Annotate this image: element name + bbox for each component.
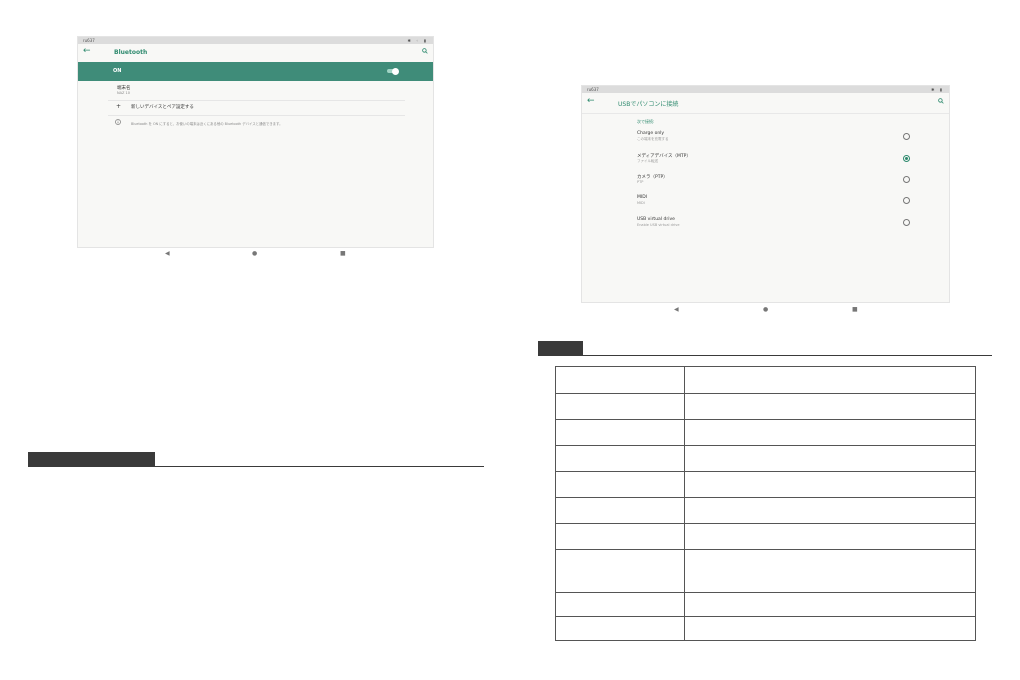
page-title: Bluetooth xyxy=(114,49,148,56)
table-cell-key xyxy=(555,393,685,420)
table-cell-key xyxy=(555,497,685,524)
table-cell-key xyxy=(555,366,685,394)
table-cell-value xyxy=(684,616,976,641)
usb-screenshot: ru637 ✱ ▮ ← USBでパソコンに接続 次で接続: Charge onl… xyxy=(581,85,950,303)
table-row xyxy=(555,497,976,524)
table-row xyxy=(555,616,976,641)
app-bar: ← Bluetooth xyxy=(78,44,433,63)
table-cell-key xyxy=(555,445,685,472)
option-midi-radio[interactable] xyxy=(903,197,910,204)
page-title: USBでパソコンに接続 xyxy=(618,101,679,108)
device-name-value: NAZ 10 xyxy=(117,91,130,95)
arrow-left-icon[interactable]: ← xyxy=(587,96,595,106)
table-cell-key xyxy=(555,523,685,550)
table-row xyxy=(555,549,976,593)
table-cell-key xyxy=(555,419,685,446)
divider xyxy=(108,115,405,116)
table-cell-key xyxy=(555,549,685,593)
arrow-left-icon[interactable]: ← xyxy=(83,46,91,56)
table-cell-key xyxy=(555,616,685,641)
table-row xyxy=(555,366,976,394)
status-time: ru637 xyxy=(587,87,599,92)
option-ptp-radio[interactable] xyxy=(903,176,910,183)
option-charge-only-title[interactable]: Charge only xyxy=(637,131,664,136)
section-heading-rule xyxy=(538,355,992,356)
section-heading-tab xyxy=(28,452,155,466)
status-bar: ru637 ✱ ◦ ▮ xyxy=(78,37,433,44)
option-virtual-drive-title[interactable]: USB virtual drive xyxy=(637,217,675,222)
option-ptp-sub: PTP xyxy=(637,180,644,184)
table-row xyxy=(555,445,976,472)
table-cell-value xyxy=(684,549,976,593)
recents-nav-icon[interactable]: ■ xyxy=(340,250,346,257)
table-cell-value xyxy=(684,419,976,446)
table-cell-value xyxy=(684,445,976,472)
option-midi-title[interactable]: MIDI xyxy=(637,195,647,200)
option-mtp-sub: ファイル転送 xyxy=(637,159,658,163)
back-nav-icon[interactable]: ◀ xyxy=(674,306,679,313)
bluetooth-on-bar[interactable]: ON xyxy=(78,62,433,81)
home-nav-icon[interactable]: ● xyxy=(252,250,257,257)
table-cell-value xyxy=(684,366,976,394)
table-row xyxy=(555,471,976,498)
option-virtual-drive-radio[interactable] xyxy=(903,219,910,226)
table-row xyxy=(555,393,976,420)
search-icon[interactable] xyxy=(422,48,428,54)
status-icons: ✱ ◦ ▮ xyxy=(407,38,428,43)
info-icon xyxy=(115,119,121,125)
back-nav-icon[interactable]: ◀ xyxy=(165,250,170,257)
info-text: Bluetooth を ON にすると、お使いの端末は近くにある他の Bluet… xyxy=(131,122,283,126)
status-bar: ru637 ✱ ▮ xyxy=(582,86,949,93)
table-cell-value xyxy=(684,523,976,550)
table-cell-value xyxy=(684,393,976,420)
spec-table xyxy=(555,366,976,641)
status-icons: ✱ ▮ xyxy=(931,87,944,92)
plus-icon: + xyxy=(116,103,122,110)
section-heading-rule xyxy=(28,466,484,467)
connect-section-label: 次で接続: xyxy=(637,119,655,124)
status-time: ru637 xyxy=(83,38,95,43)
nav-bar: ◀ ● ■ xyxy=(77,250,434,258)
bluetooth-screenshot: ru637 ✱ ◦ ▮ ← Bluetooth ON 端末名 NAZ 10 + … xyxy=(77,36,434,248)
table-cell-value xyxy=(684,592,976,617)
nav-bar: ◀ ● ■ xyxy=(581,306,950,314)
section-heading-tab xyxy=(538,341,583,355)
option-virtual-drive-sub: Enable USB virtual drive xyxy=(637,223,680,227)
app-bar: ← USBでパソコンに接続 xyxy=(582,93,949,114)
recents-nav-icon[interactable]: ■ xyxy=(852,306,858,313)
option-charge-only-radio[interactable] xyxy=(903,133,910,140)
table-row xyxy=(555,592,976,617)
table-cell-value xyxy=(684,497,976,524)
pair-new-device-label[interactable]: 新しいデバイスとペア設定する xyxy=(131,104,194,110)
search-icon[interactable] xyxy=(938,98,944,104)
option-charge-only-sub: この端末を充電する xyxy=(637,137,669,141)
table-row xyxy=(555,419,976,446)
table-cell-key xyxy=(555,592,685,617)
bluetooth-toggle[interactable] xyxy=(387,67,399,75)
on-label: ON xyxy=(113,68,122,74)
divider xyxy=(108,100,405,101)
option-midi-sub: MIDI xyxy=(637,201,645,205)
table-row xyxy=(555,523,976,550)
home-nav-icon[interactable]: ● xyxy=(763,306,768,313)
option-mtp-radio[interactable] xyxy=(903,155,910,162)
table-cell-value xyxy=(684,471,976,498)
table-cell-key xyxy=(555,471,685,498)
